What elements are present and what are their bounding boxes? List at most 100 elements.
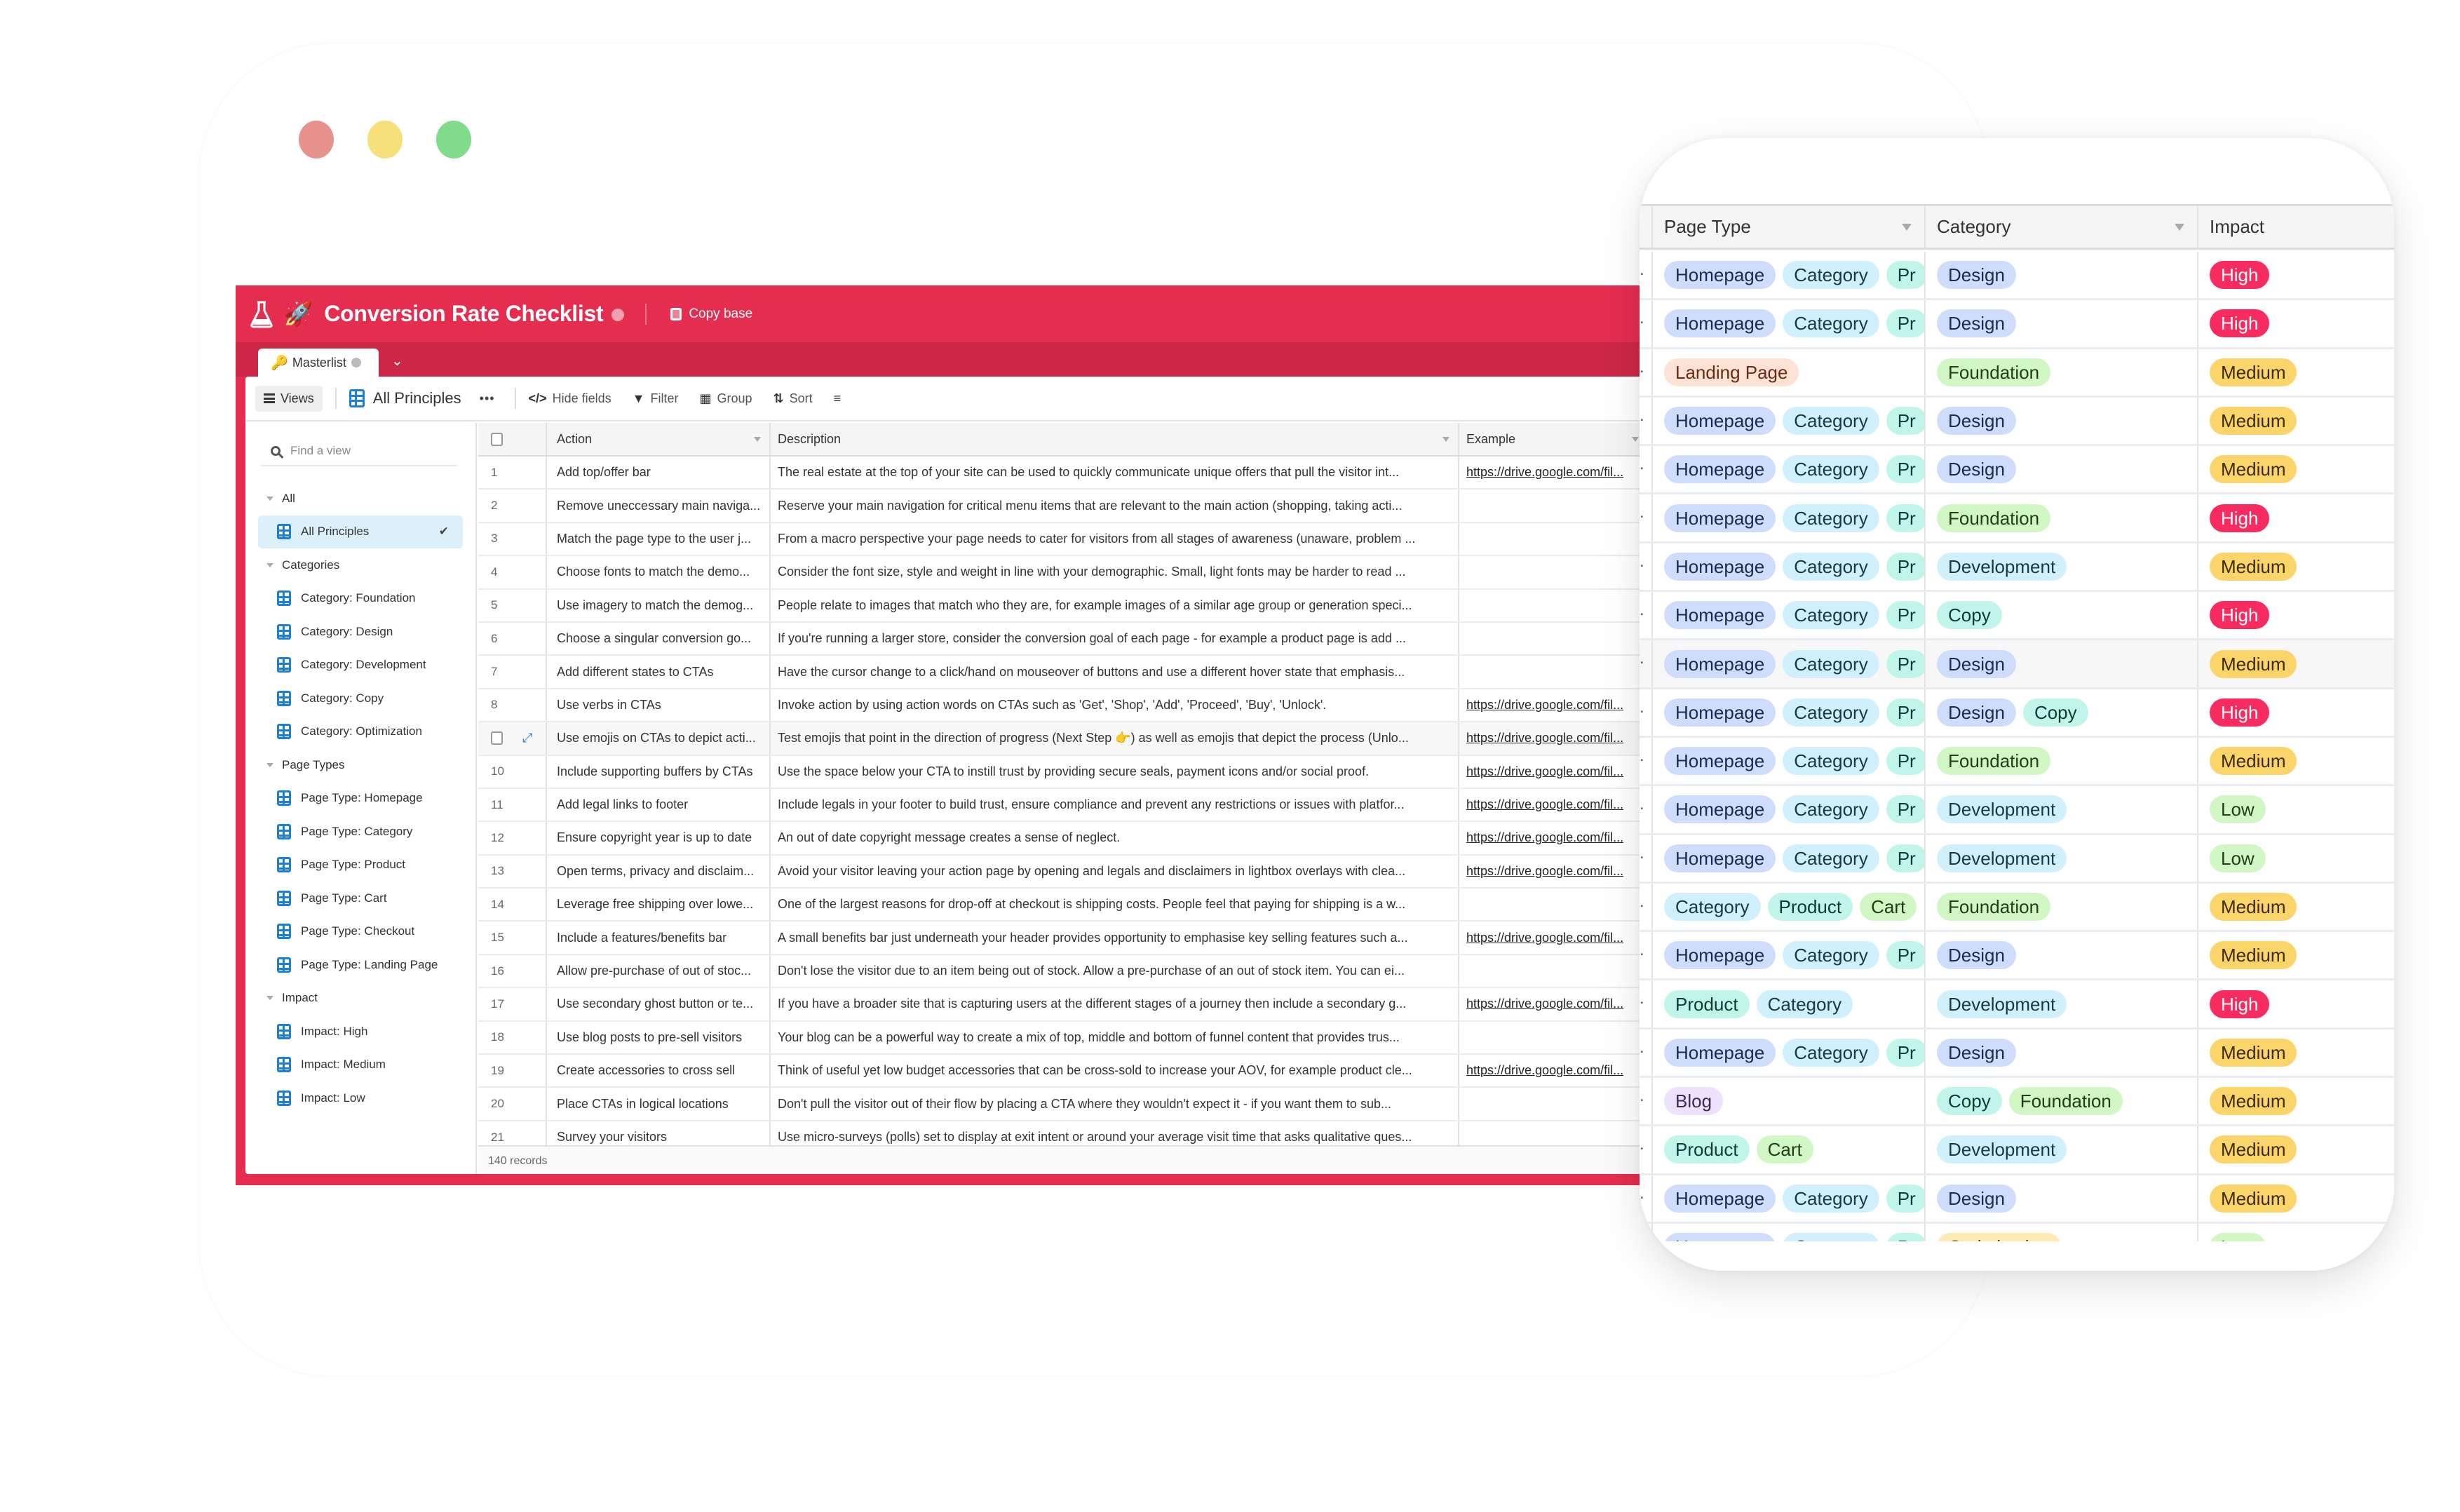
description-cell[interactable]: Invoke action by using action words on C… <box>771 689 1459 722</box>
sort-button[interactable]: ⇅ Sort <box>773 391 813 406</box>
category-cell[interactable]: Design Copy <box>1926 689 2198 736</box>
sidebar-item-category-design[interactable]: Category: Design <box>258 615 463 649</box>
category-cell[interactable]: Development <box>1926 980 2198 1027</box>
caret-down-icon[interactable] <box>1902 223 1912 231</box>
example-link[interactable]: https://drive.google.com/fil... <box>1459 756 1642 788</box>
table-row[interactable]: 11 Add legal links to footer Include legal… <box>478 788 1645 823</box>
detail-row[interactable]: Blog CopyFoundation Medium <box>1640 1078 2394 1127</box>
action-cell[interactable]: Use imagery to match the demog... <box>547 589 771 621</box>
page-type-cell[interactable]: HomepageCategoryPr <box>1653 252 1926 299</box>
category-cell[interactable]: Design <box>1926 932 2198 979</box>
column-header-description[interactable]: Description <box>771 423 1459 455</box>
action-cell[interactable]: Use blog posts to pre-sell visitors <box>547 1021 771 1054</box>
impact-cell[interactable]: High <box>2198 252 2394 298</box>
sidebar-item-impact-medium[interactable]: Impact: Medium <box>258 1048 463 1082</box>
example-link[interactable]: https://drive.google.com/fil... <box>1459 922 1642 953</box>
example-link[interactable]: https://drive.google.com/fil... <box>1459 789 1642 821</box>
impact-cell[interactable]: High <box>2198 300 2394 346</box>
category-cell[interactable]: Foundation <box>1926 737 2198 785</box>
table-row[interactable]: 17 Use secondary ghost button or te... If … <box>478 988 1645 1022</box>
page-type-cell[interactable]: Product Category <box>1653 980 1926 1027</box>
category-cell[interactable]: Design <box>1926 640 2198 687</box>
find-view-input[interactable]: Find a view <box>261 437 457 466</box>
info-icon[interactable] <box>611 308 625 321</box>
detail-row[interactable]: ProductCart Development Medium <box>1640 1126 2394 1175</box>
example-cell[interactable] <box>1459 590 1642 621</box>
action-cell[interactable]: Include supporting buffers by CTAs <box>547 755 771 788</box>
table-row[interactable]: 1 Add top/offer bar The real estate at the… <box>478 457 1645 490</box>
description-cell[interactable]: From a macro perspective your page needs… <box>771 522 1459 555</box>
description-cell[interactable]: If you're running a larger store, consid… <box>771 622 1459 655</box>
sidebar-section-header[interactable]: Categories <box>245 548 475 582</box>
hide-fields-button[interactable]: </> Hide fields <box>529 391 611 406</box>
description-cell[interactable]: Your blog can be a powerful way to creat… <box>771 1021 1459 1054</box>
action-cell[interactable]: Remove uneccessary main naviga... <box>547 490 771 522</box>
category-cell[interactable]: Copy <box>1926 592 2198 639</box>
action-cell[interactable]: Use emojis on CTAs to depict acti... <box>547 722 771 755</box>
maximize-window-dot[interactable] <box>436 121 471 158</box>
sidebar-item-page-type-product[interactable]: Page Type: Product <box>258 849 463 882</box>
more-options-button[interactable]: ••• <box>480 391 495 406</box>
action-cell[interactable]: Open terms, privacy and disclaim... <box>547 855 771 888</box>
table-row[interactable]: 7 Add different states to CTAs Have the cu… <box>478 656 1645 689</box>
table-row[interactable]: 3 Match the page type to the user j... Fro… <box>478 522 1645 557</box>
description-cell[interactable]: Test emojis that point in the direction … <box>771 722 1459 755</box>
page-type-cell[interactable]: HomepageCategoryPr <box>1653 786 1926 833</box>
detail-row[interactable]: HomepageCategoryPr Design Medium <box>1640 397 2394 447</box>
description-cell[interactable]: Think of useful yet low budget accessori… <box>771 1055 1459 1087</box>
page-type-cell[interactable]: HomepageCategoryPr <box>1653 737 1926 785</box>
impact-cell[interactable]: Medium <box>2198 1175 2394 1222</box>
detail-row[interactable]: HomepageCategoryPr Development Medium <box>1640 543 2394 593</box>
page-type-cell[interactable]: HomepageCategoryPr <box>1653 1223 1926 1241</box>
example-cell[interactable] <box>1459 490 1642 521</box>
detail-row[interactable]: HomepageCategoryPr Development Low <box>1640 786 2394 835</box>
category-cell[interactable]: Development <box>1926 786 2198 833</box>
page-type-cell[interactable]: Blog <box>1653 1078 1926 1125</box>
category-cell[interactable]: Development <box>1926 543 2198 590</box>
page-type-cell[interactable]: HomepageCategoryPr <box>1653 446 1926 493</box>
category-cell[interactable]: Design <box>1926 397 2198 445</box>
sidebar-item-category-development[interactable]: Category: Development <box>258 649 463 682</box>
page-type-cell[interactable]: Landing Page <box>1653 349 1926 396</box>
description-cell[interactable]: Don't pull the visitor out of their flow… <box>771 1088 1459 1120</box>
category-cell[interactable]: Development <box>1926 835 2198 882</box>
page-type-cell[interactable]: HomepageCategoryPr <box>1653 592 1926 639</box>
caret-down-icon[interactable] <box>754 436 761 442</box>
table-row[interactable]: 16 Allow pre-purchase of out of stoc... Do… <box>478 954 1645 989</box>
impact-cell[interactable]: Medium <box>2198 1126 2394 1173</box>
base-title[interactable]: Conversion Rate Checklist <box>324 301 603 327</box>
column-header-example[interactable]: Example <box>1459 423 1642 455</box>
sidebar-section-header[interactable]: Impact <box>245 982 475 1015</box>
sidebar-item-category-copy[interactable]: Category: Copy <box>258 682 463 715</box>
example-link[interactable]: https://drive.google.com/fil... <box>1459 457 1642 488</box>
group-button[interactable]: ▦ Group <box>699 391 752 406</box>
action-cell[interactable]: Use verbs in CTAs <box>547 689 771 722</box>
example-cell[interactable] <box>1459 889 1642 920</box>
category-cell[interactable]: Foundation <box>1926 349 2198 396</box>
detail-row[interactable]: HomepageCategoryPr Design High <box>1640 300 2394 349</box>
description-cell[interactable]: The real estate at the top of your site … <box>771 457 1459 489</box>
detail-row[interactable]: Homepage Category Pr Optimization Low <box>1640 1223 2394 1241</box>
category-cell[interactable]: Design <box>1926 446 2198 493</box>
page-type-cell[interactable]: HomepageCategoryPr <box>1653 640 1926 687</box>
column-header-category[interactable]: Category <box>1926 206 2198 248</box>
sidebar-item-all-principles[interactable]: All Principles ✔ <box>258 515 463 548</box>
description-cell[interactable]: Avoid your visitor leaving your action p… <box>771 855 1459 888</box>
detail-row[interactable]: HomepageCategoryPr Design High <box>1640 252 2394 301</box>
page-type-cell[interactable]: HomepageCategoryPr <box>1653 300 1926 347</box>
description-cell[interactable]: Reserve your main navigation for critica… <box>771 490 1459 522</box>
action-cell[interactable]: Place CTAs in logical locations <box>547 1088 771 1120</box>
example-link[interactable]: https://drive.google.com/fil... <box>1459 856 1642 887</box>
action-cell[interactable]: Include a features/benefits bar <box>547 922 771 954</box>
impact-cell[interactable]: Low <box>2198 835 2394 882</box>
impact-cell[interactable]: Medium <box>2198 544 2394 590</box>
select-all-checkbox[interactable] <box>491 432 503 446</box>
detail-row[interactable]: ProductCategory Development High <box>1640 980 2394 1030</box>
example-cell[interactable] <box>1459 1022 1642 1053</box>
page-type-cell[interactable]: HomepageCategoryPr <box>1653 689 1926 736</box>
category-cell[interactable]: Design <box>1926 1029 2198 1076</box>
example-cell[interactable] <box>1459 523 1642 555</box>
column-header-impact[interactable]: Impact <box>2198 206 2394 248</box>
example-link[interactable]: https://drive.google.com/fil... <box>1459 822 1642 853</box>
example-link[interactable]: https://drive.google.com/fil... <box>1459 689 1642 721</box>
